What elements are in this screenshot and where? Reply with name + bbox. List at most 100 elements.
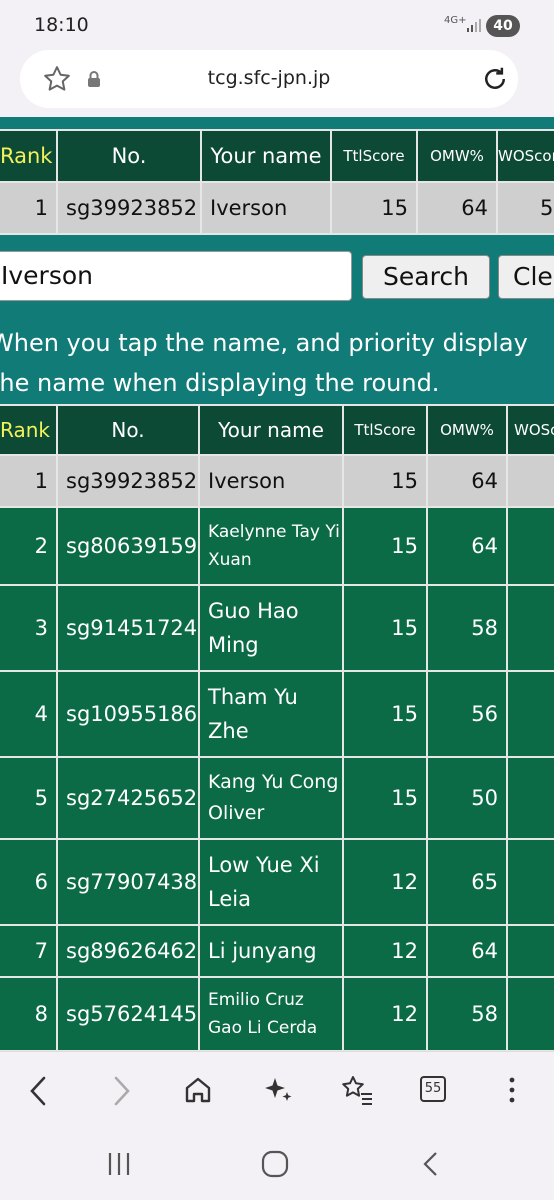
menu-icon[interactable] bbox=[502, 1074, 522, 1106]
signal-icon bbox=[467, 19, 481, 32]
clear-button[interactable]: Clear bbox=[498, 255, 554, 299]
address-bar[interactable]: tcg.sfc-jpn.jp bbox=[20, 50, 518, 108]
row-score: 15 bbox=[342, 584, 428, 672]
row-rank: 4 bbox=[0, 670, 58, 758]
row-rank: 5 bbox=[0, 756, 58, 840]
info-line-1: When you tap the name, and priority disp… bbox=[0, 329, 528, 357]
table-row[interactable]: 1 sg39923852 Iverson 15 64 5 bbox=[0, 454, 554, 508]
row-no: sg39923852 bbox=[56, 454, 200, 508]
row-score: 15 bbox=[342, 454, 428, 508]
row-rank: 3 bbox=[0, 584, 58, 672]
pinned-score: 15 bbox=[330, 181, 418, 235]
row-name[interactable]: Low Yue Xi Leia bbox=[198, 838, 344, 926]
row-wo: 5 bbox=[506, 584, 554, 672]
row-wo: 4 bbox=[506, 838, 554, 926]
home-icon[interactable] bbox=[182, 1074, 214, 1106]
row-no: sg57624145 bbox=[56, 976, 200, 1051]
pinned-omw: 64 bbox=[416, 181, 498, 235]
col-rank: Rank bbox=[0, 129, 58, 183]
row-omw: 58 bbox=[426, 976, 508, 1051]
row-omw: 50 bbox=[426, 756, 508, 840]
status-bar: 18:10 4G+ 40 bbox=[0, 0, 554, 48]
row-score: 15 bbox=[342, 670, 428, 758]
row-rank: 2 bbox=[0, 506, 58, 586]
row-omw: 64 bbox=[426, 924, 508, 978]
row-rank: 6 bbox=[0, 838, 58, 926]
row-score: 12 bbox=[342, 838, 428, 926]
row-wo: 5 bbox=[506, 756, 554, 840]
row-no: sg10955186 bbox=[56, 670, 200, 758]
row-omw: 64 bbox=[426, 454, 508, 508]
pinned-standings-table: Rank No. Your name TtlScore OMW% WOScore… bbox=[0, 129, 554, 235]
search-button[interactable]: Search bbox=[362, 255, 490, 299]
web-page: Rank No. Your name TtlScore OMW% WOScore… bbox=[0, 117, 554, 1051]
col-omw: OMW% bbox=[416, 129, 498, 183]
row-no: sg27425652 bbox=[56, 756, 200, 840]
col-omw: OMW% bbox=[426, 404, 508, 456]
pinned-name[interactable]: Iverson bbox=[200, 181, 332, 235]
col-no: No. bbox=[56, 129, 202, 183]
system-nav-bar bbox=[0, 1131, 554, 1200]
network-type: 4G+ bbox=[444, 15, 467, 26]
info-line-2: the name when displaying the round. bbox=[0, 369, 440, 397]
browser-toolbar: 55 bbox=[0, 1051, 554, 1132]
recent-apps-icon[interactable] bbox=[104, 1149, 134, 1179]
system-back-icon[interactable] bbox=[418, 1149, 444, 1179]
col-woscore: WOScore bbox=[506, 404, 554, 456]
status-time: 18:10 bbox=[34, 14, 89, 36]
table-row[interactable]: 3 sg91451724 Guo Hao Ming 15 58 5 bbox=[0, 584, 554, 672]
row-name[interactable]: Kaelynne Tay Yi Xuan bbox=[198, 506, 344, 586]
row-omw: 58 bbox=[426, 584, 508, 672]
row-name[interactable]: Emilio Cruz Gao Li Cerda bbox=[198, 976, 344, 1051]
pinned-rank: 1 bbox=[0, 181, 58, 235]
row-score: 15 bbox=[342, 506, 428, 586]
row-rank: 1 bbox=[0, 454, 58, 508]
info-text: When you tap the name, and priority disp… bbox=[0, 323, 554, 403]
col-name: Your name bbox=[198, 404, 344, 456]
col-ttlscore: TtlScore bbox=[330, 129, 418, 183]
header-row: Rank No. Your name TtlScore OMW% WOScore bbox=[0, 404, 554, 456]
col-name: Your name bbox=[200, 129, 332, 183]
row-no: sg91451724 bbox=[56, 584, 200, 672]
pinned-row[interactable]: 1 sg39923852 Iverson 15 64 5 bbox=[0, 181, 554, 235]
row-name[interactable]: Li junyang bbox=[198, 924, 344, 978]
row-omw: 65 bbox=[426, 838, 508, 926]
home-button-icon[interactable] bbox=[260, 1149, 290, 1179]
row-name[interactable]: Guo Hao Ming bbox=[198, 584, 344, 672]
row-omw: 56 bbox=[426, 670, 508, 758]
row-no: sg80639159 bbox=[56, 506, 200, 586]
row-rank: 7 bbox=[0, 924, 58, 978]
table-row[interactable]: 6 sg77907438 Low Yue Xi Leia 12 65 4 bbox=[0, 838, 554, 926]
battery-icon: 40 bbox=[486, 15, 520, 37]
row-rank: 8 bbox=[0, 976, 58, 1051]
row-wo: 4 bbox=[506, 976, 554, 1051]
row-no: sg89626462 bbox=[56, 924, 200, 978]
col-woscore: WOScore bbox=[496, 129, 554, 183]
row-score: 12 bbox=[342, 924, 428, 978]
row-name[interactable]: Iverson bbox=[198, 454, 344, 508]
reload-icon[interactable] bbox=[480, 64, 510, 94]
back-icon[interactable] bbox=[26, 1074, 52, 1108]
row-wo: 5 bbox=[506, 670, 554, 758]
standings-table: Rank No. Your name TtlScore OMW% WOScore… bbox=[0, 404, 554, 1051]
row-no: sg77907438 bbox=[56, 838, 200, 926]
col-no: No. bbox=[56, 404, 200, 456]
table-row[interactable]: 5 sg27425652 Kang Yu Cong Oliver 15 50 5 bbox=[0, 756, 554, 840]
table-row[interactable]: 2 sg80639159 Kaelynne Tay Yi Xuan 15 64 … bbox=[0, 506, 554, 586]
pinned-no: sg39923852 bbox=[56, 181, 202, 235]
col-rank: Rank bbox=[0, 404, 58, 456]
table-row[interactable]: 4 sg10955186 Tham Yu Zhe 15 56 5 bbox=[0, 670, 554, 758]
tabs-icon[interactable]: 55 bbox=[420, 1076, 446, 1102]
sparkle-icon[interactable] bbox=[262, 1074, 294, 1106]
row-name[interactable]: Kang Yu Cong Oliver bbox=[198, 756, 344, 840]
forward-icon[interactable] bbox=[108, 1074, 134, 1108]
row-name[interactable]: Tham Yu Zhe bbox=[198, 670, 344, 758]
table-row[interactable]: 7 sg89626462 Li junyang 12 64 4 bbox=[0, 924, 554, 978]
row-wo: 5 bbox=[506, 454, 554, 508]
bookmarks-icon[interactable] bbox=[340, 1074, 374, 1106]
row-wo: 4 bbox=[506, 924, 554, 978]
table-row[interactable]: 8 sg57624145 Emilio Cruz Gao Li Cerda 12… bbox=[0, 976, 554, 1051]
url-text[interactable]: tcg.sfc-jpn.jp bbox=[20, 67, 518, 89]
search-input[interactable]: Iverson bbox=[0, 251, 352, 301]
row-score: 12 bbox=[342, 976, 428, 1051]
